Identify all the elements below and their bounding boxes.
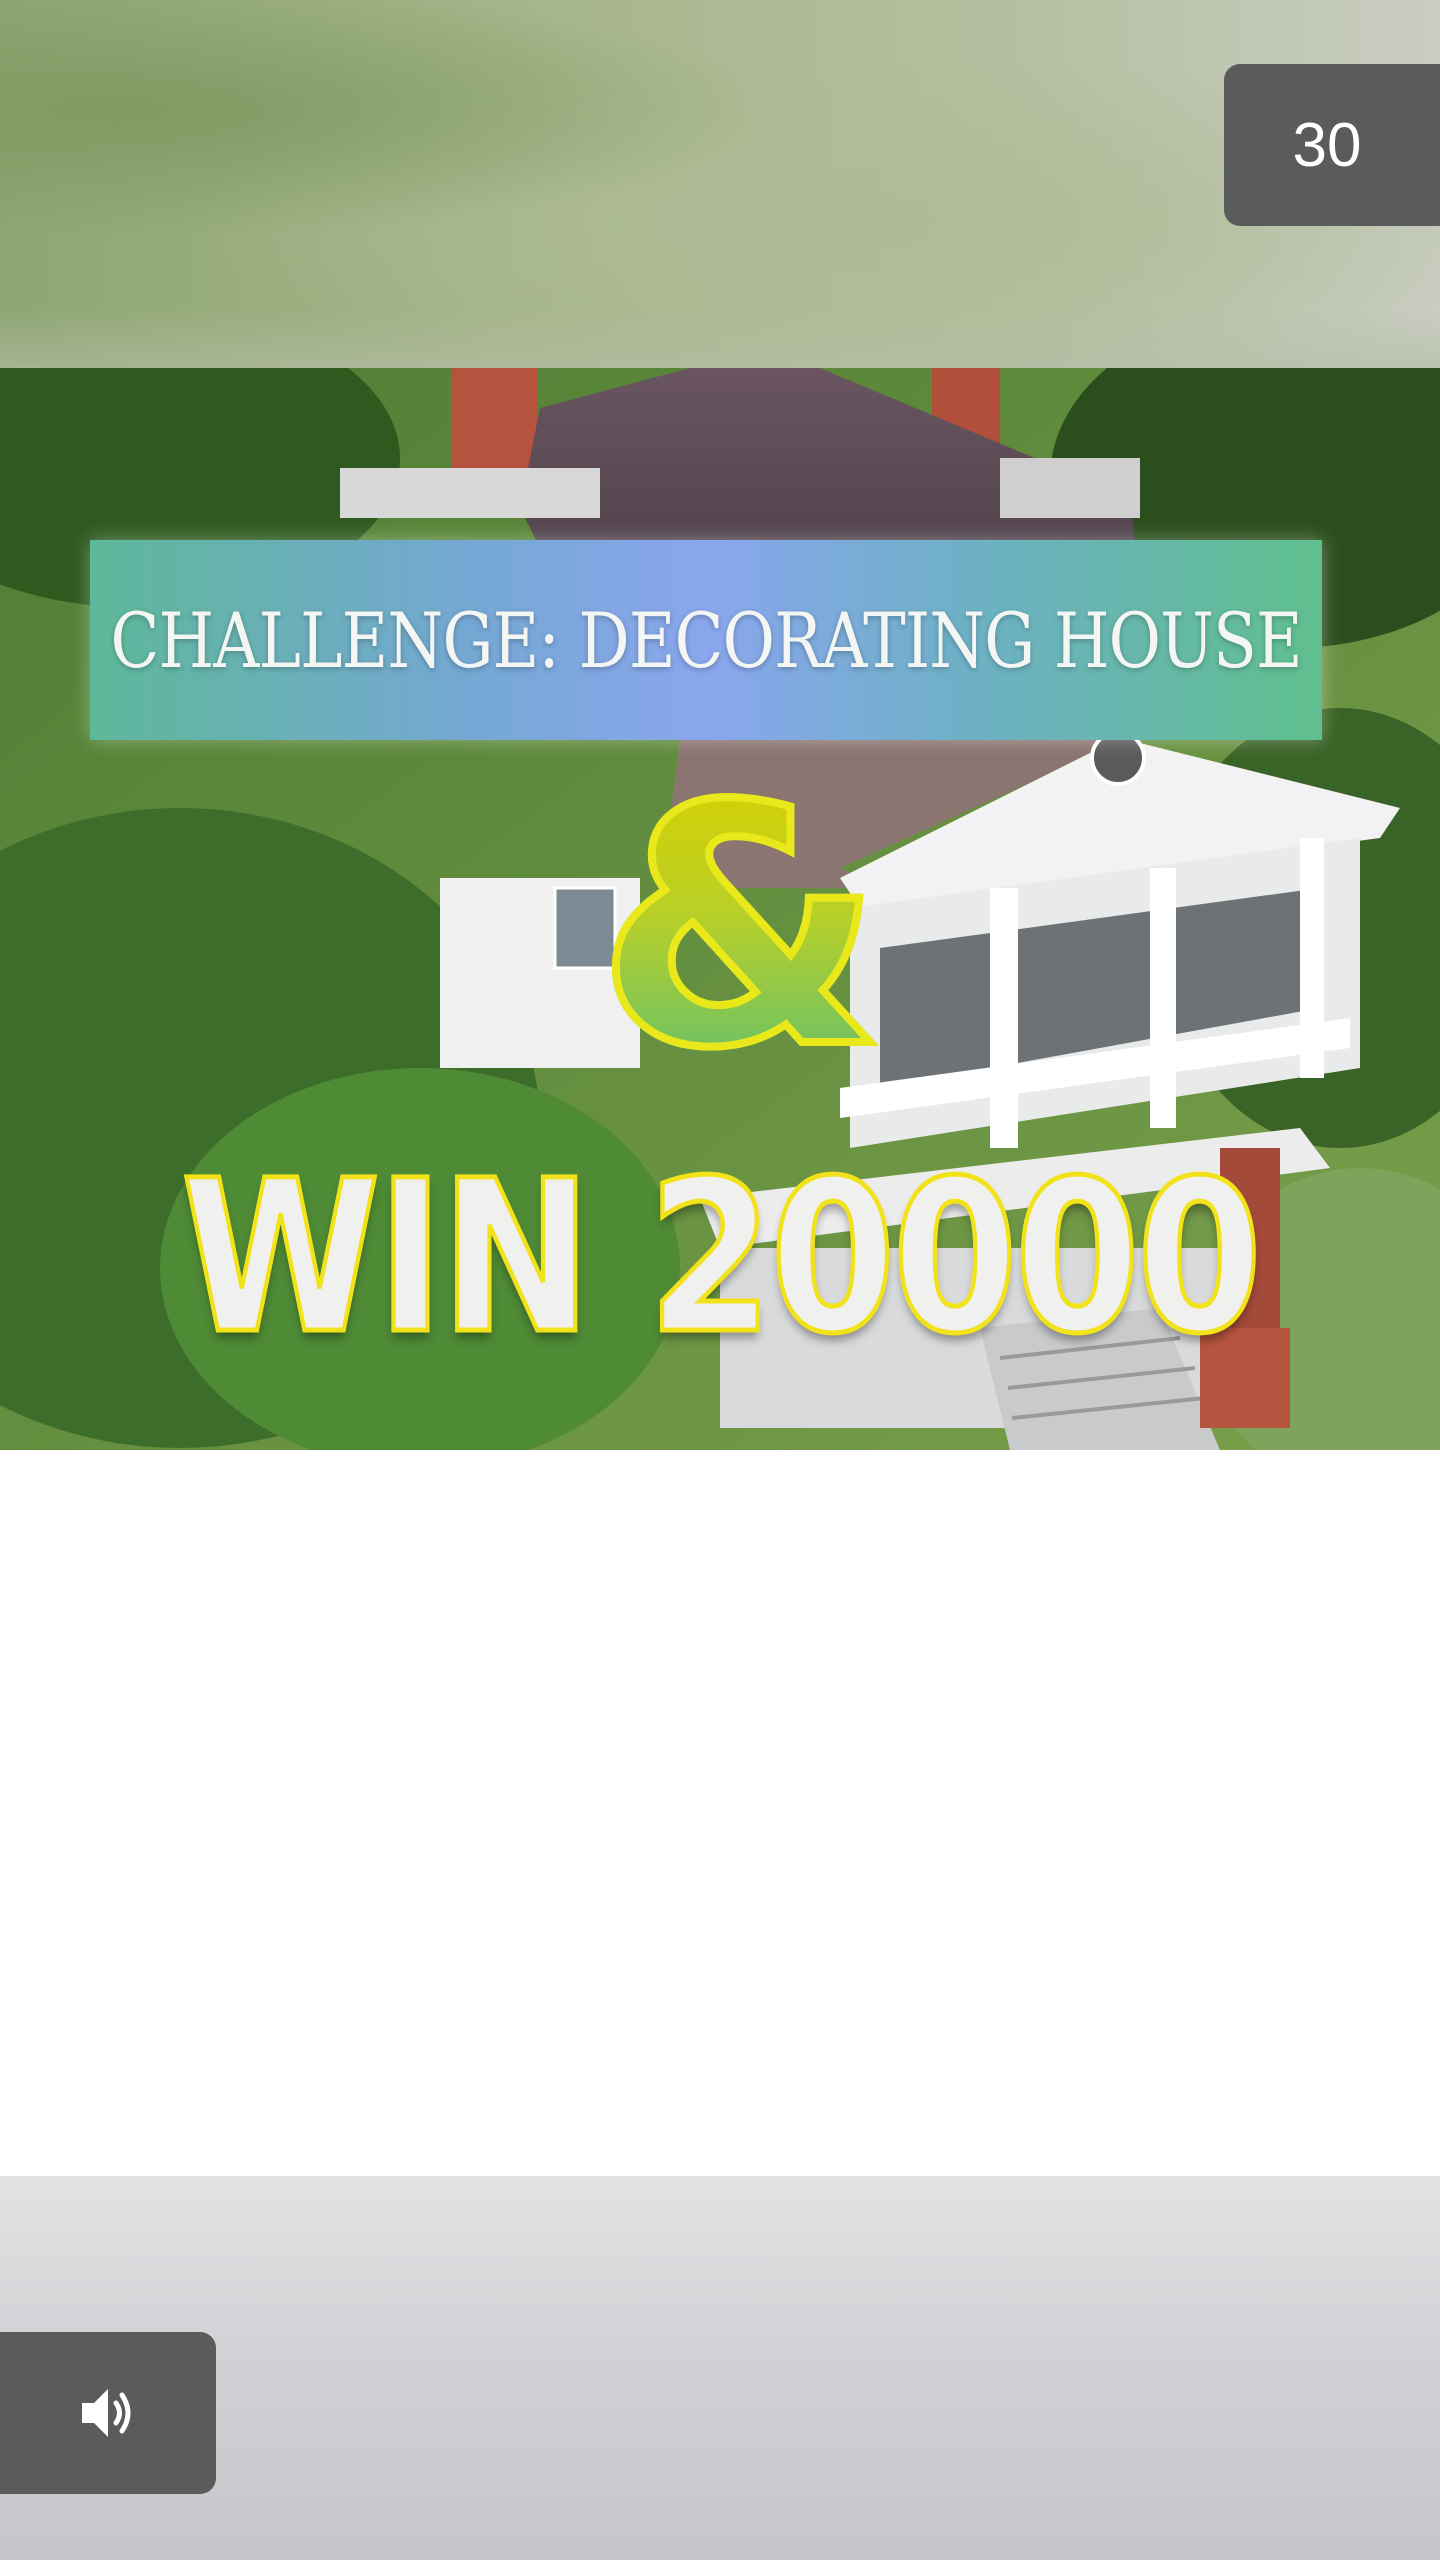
sound-toggle-button[interactable] xyxy=(0,2332,216,2494)
video-frame[interactable]: CHALLENGE: DECORATING HOUSE & WIN 20000 xyxy=(0,368,1440,1450)
blank-area xyxy=(0,1450,1440,2176)
countdown-timer-value: 30 xyxy=(1292,110,1362,180)
win-headline: WIN 20000 xyxy=(179,1135,1265,1380)
speaker-volume-icon xyxy=(82,2389,131,2437)
challenge-banner: CHALLENGE: DECORATING HOUSE xyxy=(90,540,1322,740)
challenge-banner-text: CHALLENGE: DECORATING HOUSE xyxy=(110,595,1302,685)
ad-screen: 30 CHALLENGE: DECORATING HOUSE & WIN 200… xyxy=(0,0,1440,2560)
ampersand-graphic: & xyxy=(570,759,910,1097)
countdown-timer[interactable]: 30 xyxy=(1224,64,1440,226)
bottom-gray-band xyxy=(0,2176,1440,2560)
